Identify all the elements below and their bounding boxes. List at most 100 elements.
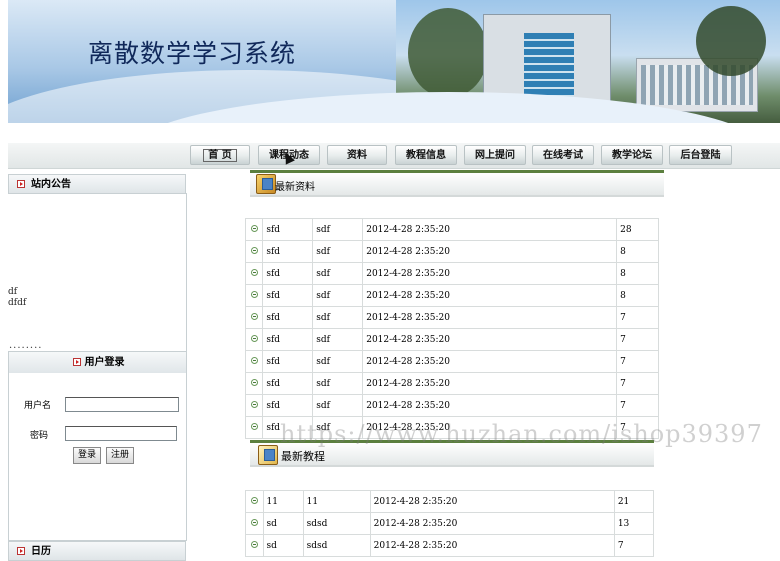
watermark: https://www.huzhan.com/ishop39397 xyxy=(280,420,763,448)
bullet-cell xyxy=(244,350,264,373)
bullet-cell xyxy=(244,328,264,351)
table-row[interactable]: sfd sdf 2012-4-28 2:35:20 7 xyxy=(244,350,659,373)
date-cell: 2012-4-28 2:35:20 xyxy=(362,372,618,395)
author-cell: 11 xyxy=(302,490,371,513)
table-row[interactable]: sfd sdf 2012-4-28 2:35:20 8 xyxy=(244,284,659,307)
table-row[interactable]: sfd sdf 2012-4-28 2:35:20 7 xyxy=(244,328,659,351)
date-cell: 2012-4-28 2:35:20 xyxy=(369,534,615,557)
bullet-cell xyxy=(245,512,264,535)
nav-materials[interactable]: 资料 xyxy=(327,145,387,165)
date-cell: 2012-4-28 2:35:20 xyxy=(362,218,618,241)
date-cell: 2012-4-28 2:35:20 xyxy=(362,350,618,373)
author-cell: sdf xyxy=(312,240,364,263)
plus-bullet-icon xyxy=(250,378,258,386)
author-cell: sdf xyxy=(312,284,364,307)
date-cell: 2012-4-28 2:35:20 xyxy=(369,512,615,535)
plus-bullet-icon xyxy=(250,496,258,504)
count-cell: 7 xyxy=(616,306,659,329)
bullet-cell xyxy=(244,218,264,241)
register-button[interactable]: 注册 xyxy=(106,447,134,464)
bullet-cell xyxy=(244,394,264,417)
nav-admin-login[interactable]: 后台登陆 xyxy=(669,145,732,165)
site-title: 离散数学学习系统 xyxy=(88,39,297,68)
author-cell: sdsd xyxy=(302,512,371,535)
title-cell[interactable]: sd xyxy=(262,534,304,557)
count-cell: 7 xyxy=(616,372,659,395)
password-label: 密码 xyxy=(30,431,49,441)
table-row[interactable]: sfd sdf 2012-4-28 2:35:20 8 xyxy=(244,240,659,263)
arrow-icon xyxy=(17,180,25,188)
date-cell: 2012-4-28 2:35:20 xyxy=(362,262,618,285)
bullet-cell xyxy=(245,534,264,557)
author-cell: sdf xyxy=(312,306,364,329)
main-nav xyxy=(8,143,780,169)
date-cell: 2012-4-28 2:35:20 xyxy=(362,306,618,329)
nav-online-questions[interactable]: 网上提问 xyxy=(464,145,526,165)
title-cell[interactable]: 11 xyxy=(262,490,304,513)
table-row[interactable]: sd sdsd 2012-4-28 2:35:20 7 xyxy=(245,534,655,557)
table-row[interactable]: sd sdsd 2012-4-28 2:35:20 13 xyxy=(245,512,655,535)
username-input[interactable] xyxy=(65,397,179,412)
table-row[interactable]: sfd sdf 2012-4-28 2:35:20 28 xyxy=(244,218,659,241)
nav-tutorial-info[interactable]: 教程信息 xyxy=(395,145,457,165)
count-cell: 7 xyxy=(616,394,659,417)
count-cell: 21 xyxy=(613,490,655,513)
materials-table: sfd sdf 2012-4-28 2:35:20 28 sfd sdf 2012-4-28… xyxy=(244,218,659,439)
title-cell[interactable]: sfd xyxy=(262,240,314,263)
date-cell: 2012-4-28 2:35:20 xyxy=(362,328,618,351)
plus-bullet-icon xyxy=(250,518,258,526)
plus-bullet-icon xyxy=(250,312,258,320)
title-cell[interactable]: sfd xyxy=(262,350,314,373)
calendar-header: 日历 xyxy=(8,541,186,561)
login-button[interactable]: 登录 xyxy=(73,447,101,464)
title-cell[interactable]: sfd xyxy=(262,306,314,329)
bullet-cell xyxy=(244,240,264,263)
title-cell[interactable]: sfd xyxy=(262,394,314,417)
arrow-icon xyxy=(73,358,81,366)
date-cell: 2012-4-28 2:35:20 xyxy=(362,394,618,417)
nav-online-exam[interactable]: 在线考试 xyxy=(532,145,594,165)
title-cell[interactable]: sfd xyxy=(262,328,314,351)
plus-bullet-icon xyxy=(250,268,258,276)
plus-bullet-icon xyxy=(250,540,258,548)
count-cell: 8 xyxy=(616,284,659,307)
plus-bullet-icon xyxy=(250,400,258,408)
count-cell: 7 xyxy=(613,534,655,557)
nav-forum[interactable]: 教学论坛 xyxy=(601,145,663,165)
announcement-title: 站内公告 xyxy=(31,179,71,190)
plus-bullet-icon xyxy=(250,356,258,364)
plus-bullet-icon xyxy=(250,422,258,430)
nav-home[interactable]: 首 页 xyxy=(190,145,250,165)
author-cell: sdf xyxy=(312,328,364,351)
author-cell: sdf xyxy=(312,350,364,373)
author-cell: sdf xyxy=(312,218,364,241)
plus-bullet-icon xyxy=(250,334,258,342)
table-row[interactable]: sfd sdf 2012-4-28 2:35:20 8 xyxy=(244,262,659,285)
bullet-cell xyxy=(244,416,264,439)
table-row[interactable]: sfd sdf 2012-4-28 2:35:20 7 xyxy=(244,372,659,395)
announcement-item[interactable]: dfdf xyxy=(8,298,26,308)
title-cell[interactable]: sfd xyxy=(262,262,314,285)
plus-bullet-icon xyxy=(250,290,258,298)
title-cell[interactable]: sfd xyxy=(262,218,314,241)
author-cell: sdf xyxy=(312,394,364,417)
login-header: 用户登录 xyxy=(9,352,186,373)
tutorials-title: 最新教程 xyxy=(281,450,325,463)
login-panel: 用户登录 用户名 密码 登录 注册 xyxy=(8,351,187,541)
tutorials-table: 11 11 2012-4-28 2:35:20 21 sd sdsd 2012-4-28 2… xyxy=(245,490,655,557)
title-cell[interactable]: sfd xyxy=(262,372,314,395)
table-row[interactable]: 11 11 2012-4-28 2:35:20 21 xyxy=(245,490,655,513)
count-cell: 28 xyxy=(616,218,659,241)
table-row[interactable]: sfd sdf 2012-4-28 2:35:20 7 xyxy=(244,394,659,417)
bullet-cell xyxy=(244,372,264,395)
count-cell: 7 xyxy=(616,350,659,373)
title-cell[interactable]: sd xyxy=(262,512,304,535)
table-row[interactable]: sfd sdf 2012-4-28 2:35:20 7 xyxy=(244,306,659,329)
author-cell: sdf xyxy=(312,372,364,395)
plus-bullet-icon xyxy=(250,246,258,254)
password-input[interactable] xyxy=(65,426,177,441)
more-dots: ........ xyxy=(9,340,43,351)
title-cell[interactable]: sfd xyxy=(262,284,314,307)
announcement-item[interactable]: df xyxy=(8,287,17,297)
count-cell: 8 xyxy=(616,240,659,263)
